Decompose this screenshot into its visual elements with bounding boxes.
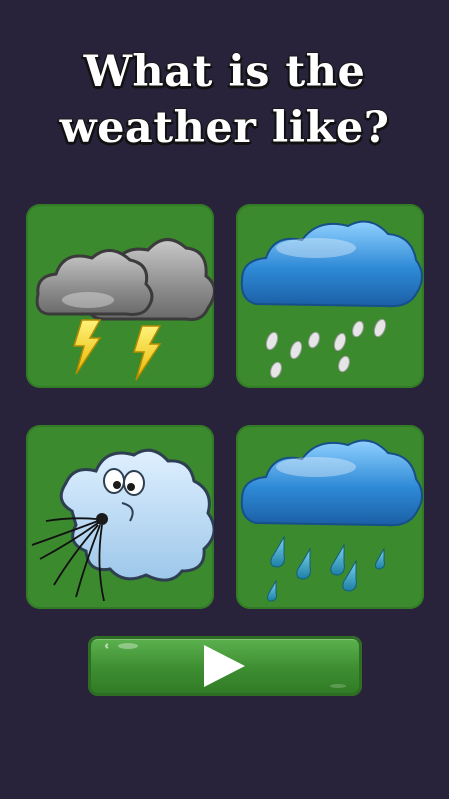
play-button[interactable] [88, 636, 362, 696]
wind-cloud-icon [31, 448, 214, 602]
rain-cloud-icon [240, 439, 423, 602]
question-line-2: weather like? [59, 102, 390, 154]
answer-card-wind[interactable] [26, 425, 214, 609]
question-line-1: What is the [83, 46, 366, 98]
answer-card-hail[interactable] [236, 204, 424, 388]
play-icon [105, 643, 346, 688]
hail-cloud-icon [240, 220, 423, 379]
answer-card-thunderstorm[interactable] [26, 204, 214, 388]
answer-card-rain[interactable] [236, 425, 424, 609]
question-title: What is the weather like? [0, 44, 449, 156]
thunderstorm-icon [35, 238, 214, 381]
